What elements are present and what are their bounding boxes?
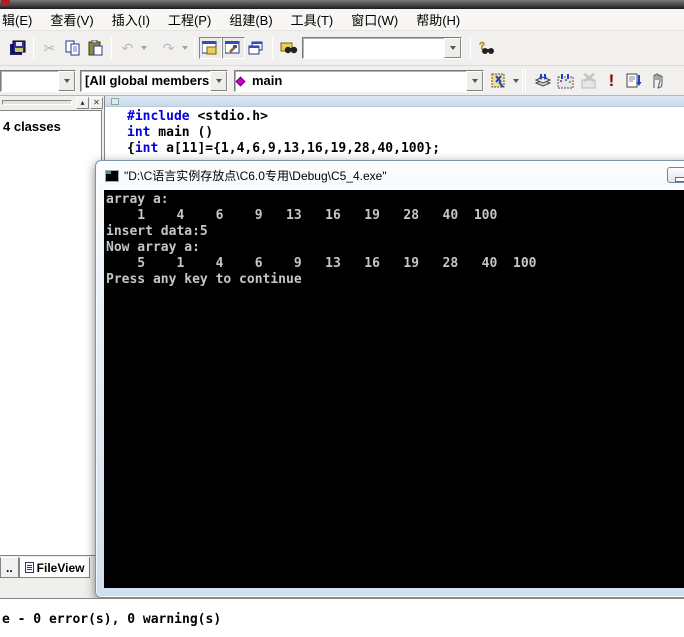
compile-button[interactable] bbox=[531, 70, 554, 92]
chevron-down-icon bbox=[472, 79, 478, 83]
output-toggle-button[interactable] bbox=[222, 37, 245, 59]
redo-button[interactable]: ↷ bbox=[157, 37, 180, 59]
vc6-application-window: 辑(E) 查看(V) 插入(I) 工程(P) 组建(B) 工具(T) 窗口(W)… bbox=[0, 0, 684, 637]
wizardbar-dropdown[interactable] bbox=[511, 70, 521, 92]
compile-icon bbox=[534, 73, 552, 89]
classview-root-item[interactable]: 4 classes bbox=[0, 111, 101, 134]
standard-toolbar: ✂ ↶ ↷ bbox=[0, 30, 684, 66]
search-help-icon: ? bbox=[478, 40, 496, 56]
console-output-text: array a: 1 4 6 9 13 16 19 28 40 100 inse… bbox=[104, 190, 684, 288]
undo-icon: ↶ bbox=[122, 40, 134, 57]
cut-icon: ✂ bbox=[44, 40, 56, 57]
menu-window[interactable]: 窗口(W) bbox=[342, 8, 407, 31]
cascade-windows-button[interactable] bbox=[245, 37, 268, 59]
console-title-text: "D:\C语言实例存放点\C6.0专用\Debug\C5_4.exe" bbox=[124, 167, 387, 184]
editor-titlebar[interactable] bbox=[105, 96, 684, 107]
cascade-windows-icon bbox=[248, 41, 265, 56]
stop-build-button[interactable] bbox=[577, 70, 600, 92]
find-combobox[interactable] bbox=[302, 37, 462, 59]
console-app-icon bbox=[105, 170, 119, 182]
members-combobox[interactable]: [All global members bbox=[80, 70, 228, 92]
members-combo-value[interactable]: [All global members bbox=[81, 71, 210, 91]
app-icon bbox=[1, 0, 10, 6]
go-icon bbox=[626, 73, 643, 89]
menu-insert[interactable]: 插入(I) bbox=[103, 8, 159, 31]
execute-icon: ! bbox=[609, 74, 615, 88]
find-in-files-button[interactable] bbox=[277, 37, 300, 59]
cut-button[interactable]: ✂ bbox=[38, 37, 61, 59]
redo-dropdown[interactable] bbox=[180, 37, 190, 59]
tab-fileview[interactable]: FileView bbox=[19, 557, 91, 578]
code-text[interactable]: #include <stdio.h>int main (){int a[11]=… bbox=[105, 107, 684, 157]
workspace-pin-button[interactable]: ▴ bbox=[76, 97, 89, 109]
build-button[interactable] bbox=[554, 70, 577, 92]
menu-build[interactable]: 组建(B) bbox=[220, 8, 281, 31]
find-combo-dropdown[interactable] bbox=[444, 38, 461, 58]
code-editor-window[interactable]: #include <stdio.h>int main (){int a[11]=… bbox=[104, 96, 684, 160]
function-combo-value[interactable]: main bbox=[248, 71, 466, 91]
copy-button[interactable] bbox=[61, 37, 84, 59]
code-line: #include <stdio.h> bbox=[127, 109, 684, 125]
chevron-down-icon bbox=[450, 46, 456, 50]
class-combo-dropdown[interactable] bbox=[58, 71, 75, 91]
output-toggle-icon bbox=[225, 41, 242, 56]
workspace-pane-gripper[interactable] bbox=[2, 100, 72, 105]
console-screen: array a: 1 4 6 9 13 16 19 28 40 100 inse… bbox=[104, 190, 684, 588]
minimize-button[interactable] bbox=[667, 167, 684, 183]
hand-button[interactable] bbox=[646, 70, 669, 92]
workspace-toggle-button[interactable] bbox=[199, 37, 222, 59]
execute-button[interactable]: ! bbox=[600, 70, 623, 92]
save-all-button[interactable] bbox=[6, 37, 29, 59]
search-help-button[interactable]: ? bbox=[475, 37, 498, 59]
stop-build-icon bbox=[580, 73, 598, 89]
wizardbar-action-button[interactable] bbox=[488, 70, 511, 92]
paste-icon bbox=[88, 40, 104, 56]
workspace-tree[interactable]: 4 classes bbox=[0, 110, 102, 556]
class-combo-value[interactable] bbox=[1, 71, 58, 91]
paste-button[interactable] bbox=[84, 37, 107, 59]
build-output-pane[interactable]: e - 0 error(s), 0 warning(s) bbox=[0, 598, 684, 637]
tab-classview-stub[interactable]: .. bbox=[0, 557, 19, 578]
menu-edit[interactable]: 辑(E) bbox=[0, 8, 41, 31]
code-line: int main () bbox=[127, 125, 684, 141]
copy-icon bbox=[65, 40, 81, 56]
menu-project[interactable]: 工程(P) bbox=[159, 8, 220, 31]
undo-button[interactable]: ↶ bbox=[116, 37, 139, 59]
build-result-text: e - 0 error(s), 0 warning(s) bbox=[0, 599, 684, 627]
menubar: 辑(E) 查看(V) 插入(I) 工程(P) 组建(B) 工具(T) 窗口(W)… bbox=[0, 9, 684, 30]
console-titlebar[interactable]: "D:\C语言实例存放点\C6.0专用\Debug\C5_4.exe" bbox=[96, 161, 684, 190]
menu-help[interactable]: 帮助(H) bbox=[407, 8, 469, 31]
chevron-down-icon bbox=[64, 79, 70, 83]
function-combobox[interactable]: main bbox=[234, 70, 484, 92]
build-icon bbox=[557, 73, 575, 89]
function-combo-dropdown[interactable] bbox=[466, 71, 483, 91]
menu-view[interactable]: 查看(V) bbox=[41, 8, 102, 31]
find-combo-value[interactable] bbox=[303, 38, 444, 58]
tab-fileview-label: FileView bbox=[37, 561, 85, 575]
workspace-toggle-icon bbox=[202, 41, 219, 56]
go-button[interactable] bbox=[623, 70, 646, 92]
workspace-tabs: .. FileView bbox=[0, 557, 102, 581]
hand-icon bbox=[650, 73, 666, 89]
workspace-close-button[interactable]: ✕ bbox=[90, 97, 103, 109]
chevron-down-icon bbox=[216, 79, 222, 83]
code-line: {int a[11]={1,4,6,9,13,16,19,28,40,100}; bbox=[127, 141, 684, 157]
menu-tools[interactable]: 工具(T) bbox=[282, 8, 343, 31]
class-combobox[interactable] bbox=[0, 70, 76, 92]
member-diamond-icon bbox=[236, 76, 246, 86]
editor-doc-icon bbox=[111, 98, 119, 105]
fileview-doc-icon bbox=[25, 562, 34, 573]
members-combo-dropdown[interactable] bbox=[210, 71, 227, 91]
save-all-icon bbox=[9, 40, 27, 56]
wizardbar-build-toolbar: [All global members main bbox=[0, 67, 684, 96]
redo-icon: ↷ bbox=[163, 40, 175, 57]
wizardbar-action-icon bbox=[491, 73, 508, 89]
find-in-files-icon bbox=[280, 41, 298, 56]
undo-dropdown[interactable] bbox=[139, 37, 149, 59]
console-window: "D:\C语言实例存放点\C6.0专用\Debug\C5_4.exe" arra… bbox=[95, 160, 684, 598]
